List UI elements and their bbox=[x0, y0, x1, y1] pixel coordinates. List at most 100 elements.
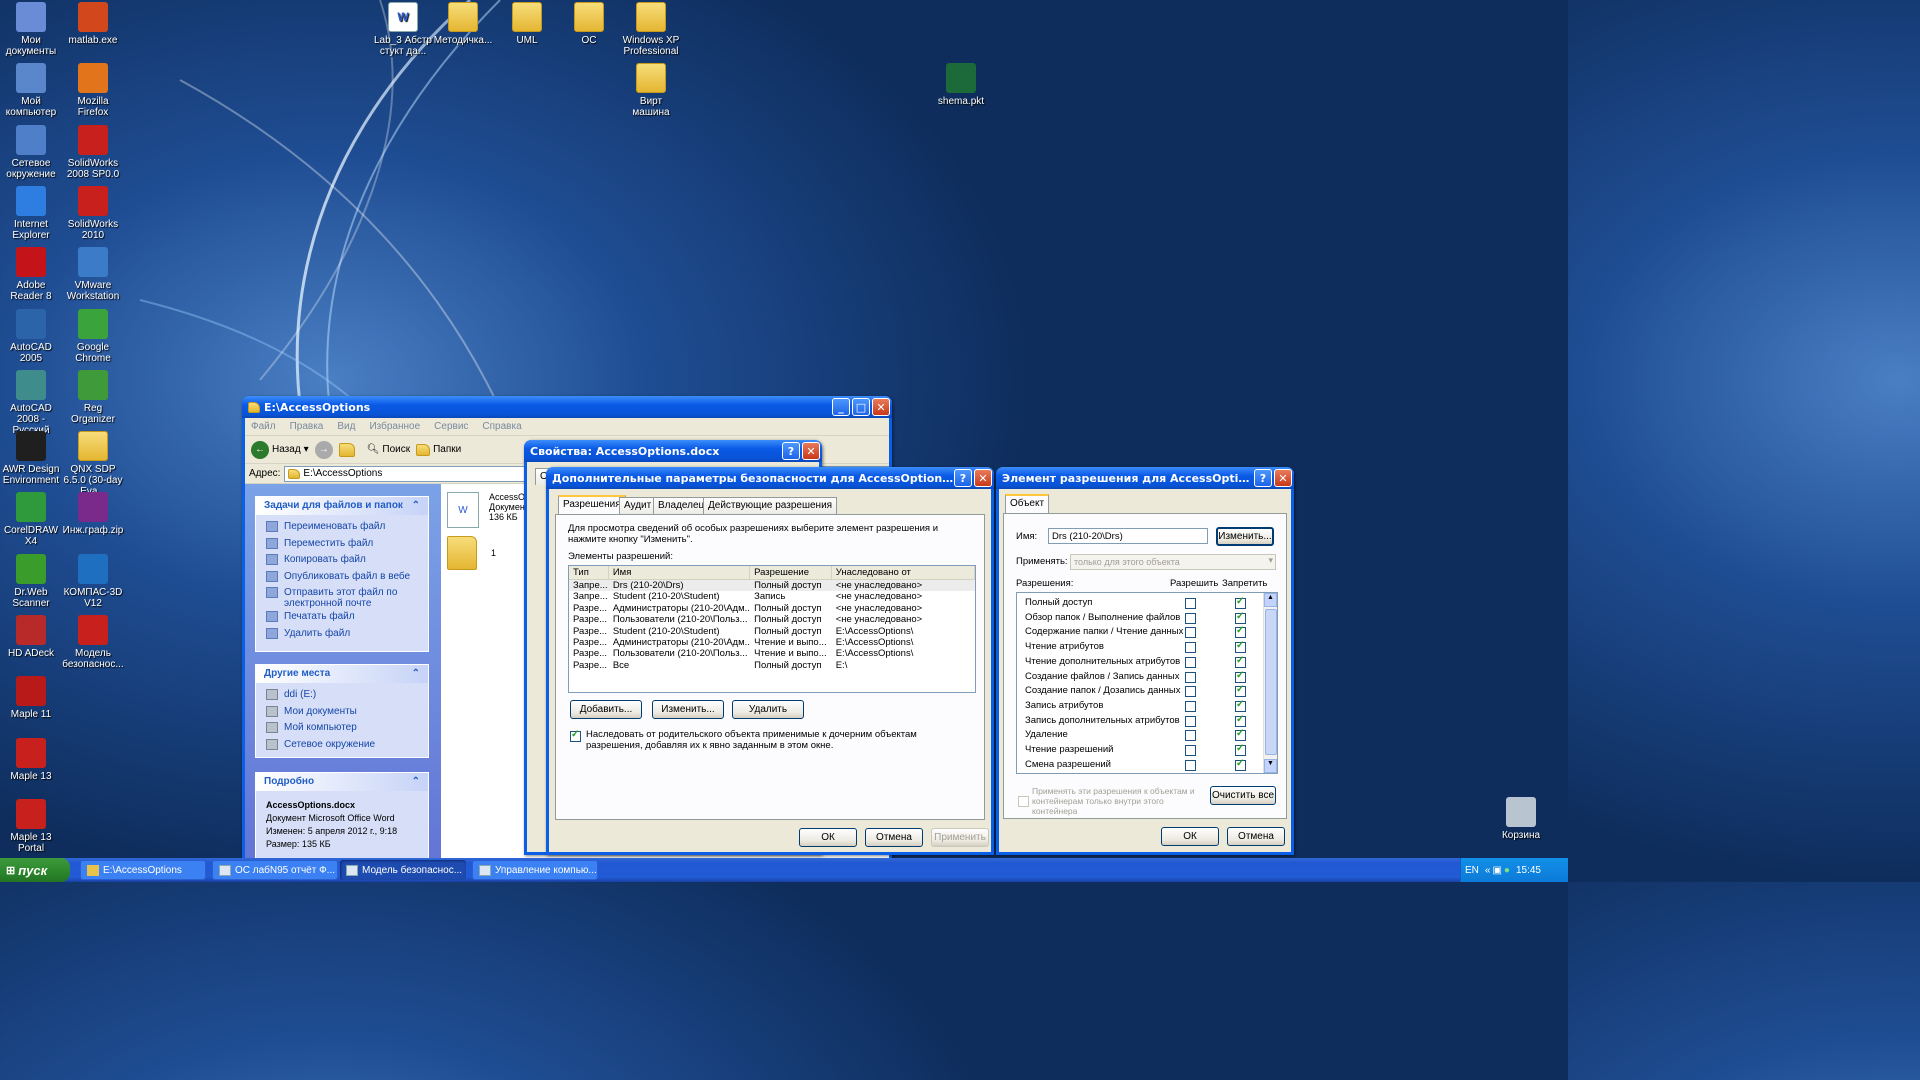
deny-checkbox[interactable] bbox=[1235, 611, 1246, 624]
desktop-icon[interactable]: Reg Organizer bbox=[62, 369, 124, 425]
deny-checkbox[interactable] bbox=[1235, 728, 1246, 742]
desktop-icon[interactable]: Maple 11 bbox=[0, 676, 62, 720]
task-link[interactable]: Опубликовать файл в вебе bbox=[284, 571, 422, 582]
folders-button[interactable]: Папки bbox=[416, 443, 461, 456]
task-link[interactable]: Отправить этот файл по электронной почте bbox=[284, 587, 422, 609]
desktop-icon[interactable]: КОМПАС-3D V12 bbox=[62, 553, 124, 609]
desktop-icon[interactable]: Maple 13 bbox=[0, 737, 62, 782]
tasks-panel-header[interactable]: Задачи для файлов и папок ⌃ bbox=[256, 497, 428, 515]
table-row[interactable]: Разре... Администраторы (210-20\Адм... Пол… bbox=[569, 603, 975, 614]
desktop-icon[interactable]: Инж.граф.zip bbox=[62, 492, 124, 536]
desktop-icon[interactable]: shema.pkt bbox=[930, 63, 992, 107]
task-link[interactable]: Переименовать файл bbox=[284, 521, 422, 532]
apply-button[interactable]: Применить bbox=[931, 828, 989, 847]
properties-title-bar[interactable]: Свойства: AccessOptions.docx ? ✕ bbox=[524, 440, 822, 462]
add-button[interactable]: Добавить... bbox=[570, 700, 642, 719]
menu-item[interactable]: Вид bbox=[337, 421, 355, 432]
allow-checkbox[interactable] bbox=[1185, 700, 1196, 712]
desktop-icon[interactable]: HD ADeck bbox=[0, 615, 62, 659]
desktop-icon[interactable]: ОС bbox=[558, 2, 620, 46]
remove-button[interactable]: Удалить bbox=[732, 700, 804, 719]
desktop-icon[interactable]: Мой компьютер bbox=[0, 63, 62, 118]
deny-checkbox[interactable] bbox=[1235, 655, 1246, 668]
allow-checkbox[interactable] bbox=[1185, 598, 1196, 609]
desktop-icon[interactable]: QNX SDP 6.5.0 (30-day Eva... bbox=[62, 431, 124, 497]
desktop-icon[interactable]: Вирт машина bbox=[620, 63, 682, 118]
desktop-icon[interactable]: Сетевое окружение bbox=[0, 124, 62, 180]
place-link[interactable]: Сетевое окружение bbox=[284, 739, 375, 750]
table-row[interactable]: Разре... Пользователи (210-20\Польз... Пол… bbox=[569, 614, 975, 625]
tab-owner[interactable]: Владелец bbox=[653, 497, 710, 514]
cancel-button[interactable]: Отмена bbox=[1227, 827, 1285, 846]
desktop-icon[interactable]: UML bbox=[496, 2, 558, 46]
collapse-icon[interactable]: ⌃ bbox=[412, 500, 420, 511]
task-link[interactable]: Копировать файл bbox=[284, 554, 422, 565]
apply-to-dropdown[interactable]: только для этого объекта ▾ bbox=[1070, 554, 1276, 570]
menu-item[interactable]: Избранное bbox=[369, 421, 420, 432]
table-row[interactable]: Разре... Пользователи (210-20\Польз... Чте… bbox=[569, 648, 975, 659]
desktop-icon[interactable]: Google Chrome bbox=[62, 308, 124, 364]
up-folder-icon[interactable] bbox=[338, 442, 355, 457]
desktop-icon[interactable]: AutoCAD 2008 - Русский bbox=[0, 369, 62, 436]
tab-audit[interactable]: Аудит bbox=[619, 497, 657, 514]
cancel-button[interactable]: Отмена bbox=[865, 828, 923, 847]
help-button[interactable]: ? bbox=[1254, 469, 1272, 487]
name-field[interactable]: Drs (210-20\Drs) bbox=[1048, 528, 1208, 544]
table-row[interactable]: Разре... Администраторы (210-20\Адм... Чте… bbox=[569, 637, 975, 648]
allow-checkbox[interactable] bbox=[1185, 656, 1196, 668]
maximize-button[interactable]: □ bbox=[852, 398, 870, 416]
deny-checkbox[interactable] bbox=[1235, 596, 1246, 609]
place-link[interactable]: Мои документы bbox=[284, 706, 357, 717]
column-header[interactable]: Унаследовано от bbox=[832, 566, 975, 579]
column-header[interactable]: Тип bbox=[569, 566, 609, 579]
desktop-icon[interactable]: CorelDRAW X4 bbox=[0, 492, 62, 547]
minimize-button[interactable]: _ bbox=[832, 398, 850, 416]
close-button[interactable]: ✕ bbox=[872, 398, 890, 416]
ok-button[interactable]: ОК bbox=[799, 828, 857, 847]
desktop-icon[interactable]: W Lab_3 Абстр стукт да... bbox=[372, 2, 434, 57]
menu-item[interactable]: Правка bbox=[290, 421, 324, 432]
tray-network-icon[interactable]: ▣ bbox=[1492, 865, 1501, 876]
table-row[interactable]: Запре... Drs (210-20\Drs) Полный доступ <не… bbox=[569, 580, 975, 592]
collapse-icon[interactable]: ⌃ bbox=[412, 776, 420, 787]
allow-checkbox[interactable] bbox=[1185, 745, 1196, 756]
deny-checkbox[interactable] bbox=[1235, 714, 1246, 727]
column-header[interactable]: Имя bbox=[609, 566, 751, 579]
place-link[interactable]: Мой компьютер bbox=[284, 722, 357, 733]
deny-checkbox[interactable] bbox=[1235, 640, 1246, 654]
desktop-icon[interactable]: Мои документы bbox=[0, 2, 62, 57]
help-button[interactable]: ? bbox=[782, 442, 800, 460]
menu-item[interactable]: Справка bbox=[482, 421, 521, 432]
permission-entry-window[interactable]: Элемент разрешения для AccessOptions.doc… bbox=[996, 467, 1294, 855]
clock[interactable]: 15:45 bbox=[1516, 865, 1541, 876]
tab-object[interactable]: Объект bbox=[1005, 494, 1050, 513]
desktop-icon[interactable]: Методичка... bbox=[432, 2, 494, 46]
collapse-icon[interactable]: ⌃ bbox=[412, 668, 420, 679]
close-button[interactable]: ✕ bbox=[974, 469, 992, 487]
table-row[interactable]: Разре... Student (210-20\Student) Полный д… bbox=[569, 626, 975, 637]
allow-checkbox[interactable] bbox=[1185, 686, 1196, 698]
desktop-icon[interactable]: AutoCAD 2005 bbox=[0, 308, 62, 364]
search-button[interactable]: 🔍︎ Поиск bbox=[367, 444, 410, 455]
scroll-thumb[interactable] bbox=[1265, 609, 1277, 755]
details-panel-header[interactable]: Подробно ⌃ bbox=[256, 773, 428, 791]
deny-checkbox[interactable] bbox=[1235, 670, 1246, 683]
deny-checkbox[interactable] bbox=[1235, 699, 1246, 712]
place-link[interactable]: ddi (E:) bbox=[284, 689, 316, 700]
desktop-icon[interactable]: SolidWorks 2008 SP0.0 bbox=[62, 124, 124, 180]
menu-item[interactable]: Файл bbox=[251, 421, 276, 432]
deny-checkbox[interactable] bbox=[1235, 743, 1246, 756]
close-button[interactable]: ✕ bbox=[802, 442, 820, 460]
desktop-icon[interactable]: Adobe Reader 8 bbox=[0, 247, 62, 302]
tab-effective-permissions[interactable]: Действующие разрешения bbox=[703, 497, 838, 514]
desktop-icon[interactable]: SolidWorks 2010 bbox=[62, 185, 124, 241]
table-row[interactable]: Разре... Все Полный доступ E:\ bbox=[569, 660, 975, 671]
task-link[interactable]: Переместить файл bbox=[284, 538, 422, 549]
allow-checkbox[interactable] bbox=[1185, 759, 1196, 771]
desktop-icon[interactable]: matlab.exe bbox=[62, 2, 124, 46]
change-button[interactable]: Изменить... bbox=[1216, 527, 1274, 546]
tab-permissions[interactable]: Разрешения bbox=[558, 495, 626, 514]
desktop-icon[interactable]: Модель безопаснос... bbox=[62, 615, 124, 670]
permission-entries-list[interactable]: Тип Имя Разрешение Унаследовано от Запре...… bbox=[568, 565, 976, 693]
menu-item[interactable]: Сервис bbox=[434, 421, 468, 432]
